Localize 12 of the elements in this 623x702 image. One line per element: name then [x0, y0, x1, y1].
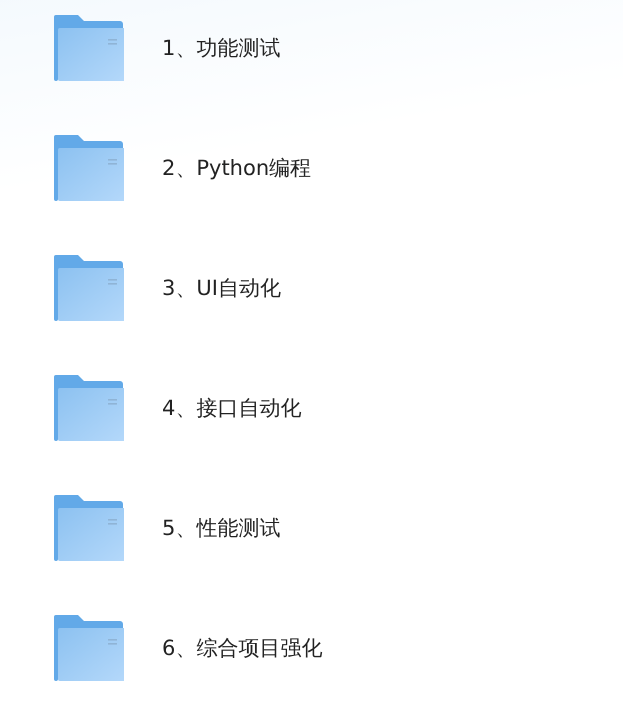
folder-icon[interactable] [54, 375, 124, 441]
folder-name[interactable]: 2、Python编程 [162, 154, 312, 182]
folder-icon[interactable] [54, 255, 124, 321]
folder-name[interactable]: 4、接口自动化 [162, 394, 302, 422]
folder-icon[interactable] [54, 15, 124, 81]
folder-name[interactable]: 6、综合项目强化 [162, 634, 322, 662]
folder-icon[interactable] [54, 615, 124, 681]
folder-name[interactable]: 1、功能测试 [162, 34, 280, 62]
folder-icon[interactable] [54, 135, 124, 201]
folder-name[interactable]: 5、性能测试 [162, 514, 280, 542]
folder-icon[interactable] [54, 495, 124, 561]
folder-name[interactable]: 3、UI自动化 [162, 274, 281, 302]
